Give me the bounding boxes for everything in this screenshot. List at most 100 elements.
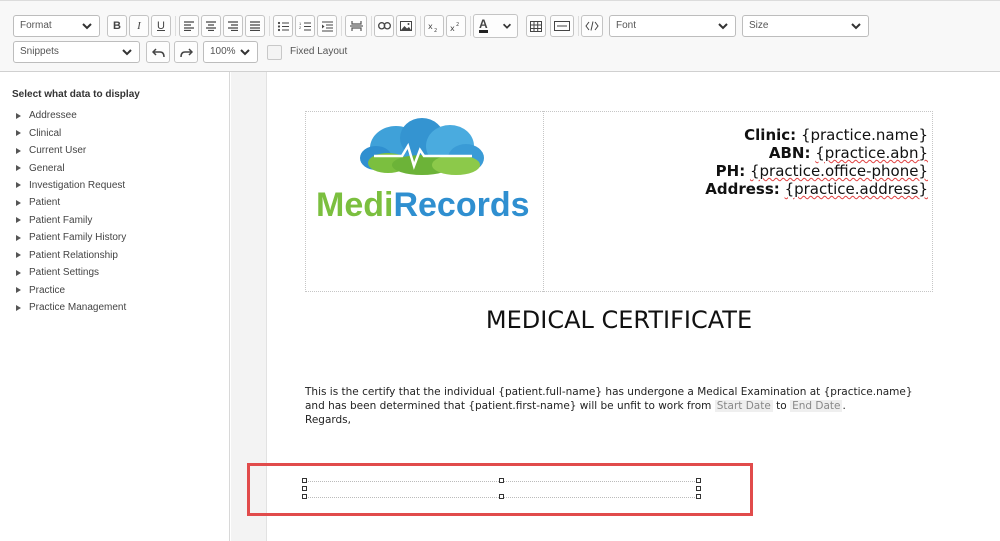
svg-text:x: x [450,24,455,32]
size-select-label: Size [749,20,769,31]
tree-item-label: Current User [29,145,87,157]
undo-button[interactable] [146,41,170,63]
clinic-value: {practice.name} [800,126,928,144]
underline-label: U [157,20,165,32]
format-select-label: Format [20,20,52,31]
clinic-label: Clinic: [744,126,797,144]
tree-item-label: Patient [29,197,61,209]
tree-item-label: Patient Relationship [29,249,118,261]
expand-arrow-icon [16,199,21,206]
align-right-button[interactable] [223,15,243,37]
tree-item-investigation-request[interactable]: Investigation Request [16,177,126,194]
fixed-layout-label: Fixed Layout [290,46,348,57]
zoom-select[interactable]: 100% [203,41,258,63]
toolbar-divider [175,16,176,36]
tree-item-label: Patient Family [29,214,93,226]
tree-item-patient[interactable]: Patient [16,194,126,211]
form-field-button[interactable] [550,15,574,37]
chevron-down-icon [718,23,728,30]
numbered-list-icon: 12 [299,21,311,31]
chevron-down-icon [502,23,512,29]
svg-text:2: 2 [456,22,459,28]
sidebar-title: Select what data to display [12,89,140,100]
page-break-button[interactable] [345,15,367,37]
start-date-field[interactable]: Start Date [714,400,773,412]
tree-item-addressee[interactable]: Addressee [16,107,126,124]
table-button[interactable] [526,15,546,37]
body-line-1: This is the certify that the individual … [305,386,913,398]
svg-text:x: x [428,22,433,31]
ph-value: {practice.office-phone} [749,162,928,180]
align-left-button[interactable] [179,15,199,37]
table-icon [530,20,542,32]
tree-item-patient-settings[interactable]: Patient Settings [16,264,126,281]
end-date-field[interactable]: End Date [790,400,843,412]
bold-label: B [113,20,121,32]
align-justify-icon [250,21,260,31]
toolbar-divider [578,16,579,36]
undo-icon [151,47,165,57]
chevron-down-icon [122,49,132,56]
indent-icon [322,20,333,32]
expand-arrow-icon [16,147,21,154]
svg-text:2: 2 [299,25,302,30]
tree-item-general[interactable]: General [16,159,126,176]
tree-item-label: Practice Management [29,302,127,314]
bullet-list-icon [277,21,289,31]
subscript-icon: x2 [428,22,437,32]
form-field-icon [554,21,570,31]
source-code-button[interactable] [581,15,603,37]
expand-arrow-icon [16,182,21,189]
tree-item-patient-family[interactable]: Patient Family [16,212,126,229]
ph-label: PH: [715,162,746,180]
zoom-select-label: 100% [210,46,236,57]
align-right-icon [228,21,238,31]
regards-text: Regards, [305,414,351,426]
certificate-title[interactable]: MEDICAL CERTIFICATE [305,306,933,334]
code-icon [585,21,599,31]
fixed-layout-checkbox[interactable] [267,45,282,60]
tree-item-clinical[interactable]: Clinical [16,124,126,141]
tree-item-label: Addressee [29,110,77,122]
toolbar-divider [420,16,421,36]
text-color-button[interactable]: A [473,14,518,38]
tree-item-practice[interactable]: Practice [16,281,126,298]
body-line-2-text: and has been determined that {patient.fi… [305,400,712,412]
tree-item-practice-management[interactable]: Practice Management [16,299,126,316]
italic-button[interactable]: I [129,15,149,37]
numbered-list-button[interactable]: 12 [295,15,315,37]
data-tree: Addressee Clinical Current User General … [16,107,126,316]
snippets-select[interactable]: Snippets [13,41,140,63]
tree-item-patient-relationship[interactable]: Patient Relationship [16,247,126,264]
address-value: {practice.address} [784,180,928,198]
redo-button[interactable] [174,41,198,63]
clinic-info[interactable]: Clinic: {practice.name} ABN: {practice.a… [705,126,928,198]
bullet-list-button[interactable] [273,15,293,37]
tree-item-patient-family-history[interactable]: Patient Family History [16,229,126,246]
chevron-down-icon [851,23,861,30]
align-justify-button[interactable] [245,15,265,37]
toolbar-divider [470,16,471,36]
toolbar-divider [269,16,270,36]
align-center-button[interactable] [201,15,221,37]
underline-button[interactable]: U [151,15,171,37]
tree-item-current-user[interactable]: Current User [16,142,126,159]
body-line-2: and has been determined that {patient.fi… [305,399,945,413]
image-button[interactable] [396,15,416,37]
certificate-body[interactable]: This is the certify that the individual … [305,385,945,427]
expand-arrow-icon [16,217,21,224]
font-select-label: Font [616,20,637,31]
expand-arrow-icon [16,304,21,311]
snippets-select-label: Snippets [20,46,59,57]
link-button[interactable] [374,15,394,37]
format-select[interactable]: Format [13,15,100,37]
italic-label: I [137,20,141,32]
indent-button[interactable] [317,15,337,37]
size-select[interactable]: Size [742,15,869,37]
align-left-icon [184,21,194,31]
bold-button[interactable]: B [107,15,127,37]
superscript-button[interactable]: x2 [446,15,466,37]
font-select[interactable]: Font [609,15,736,37]
expand-arrow-icon [16,287,21,294]
subscript-button[interactable]: x2 [424,15,444,37]
